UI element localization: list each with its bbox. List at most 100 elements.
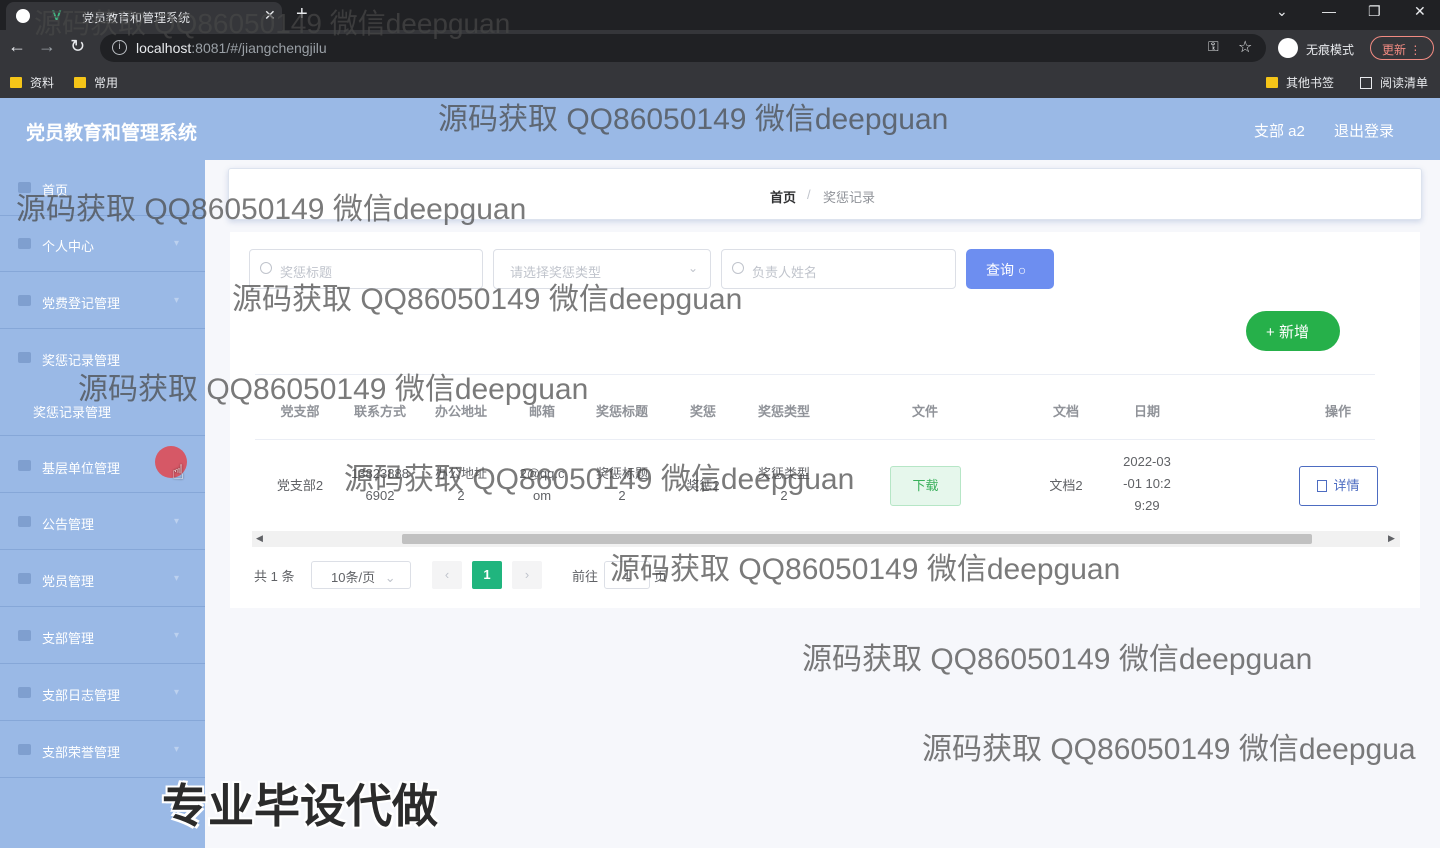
sidebar-item-branches[interactable]: 支部管理 ▾ xyxy=(0,608,205,664)
next-page-button[interactable]: › xyxy=(512,561,542,589)
chevron-down-icon: ▾ xyxy=(174,744,180,755)
url-text: localhost:8081/#/jiangchengjilu xyxy=(136,40,327,56)
back-icon[interactable]: ← xyxy=(8,36,26,57)
folder-icon xyxy=(1266,77,1278,88)
reading-list-icon xyxy=(1360,77,1372,89)
pagination-total: 共 1 条 xyxy=(254,569,295,584)
browser-tabbar: V 党员教育和管理系统 ✕ + ⌄ — ❐ ✕ xyxy=(0,0,1440,30)
sidebar-item-profile[interactable]: 个人中心 ▾ xyxy=(0,216,205,272)
scroll-left-icon[interactable]: ◀ xyxy=(256,533,263,544)
reading-list[interactable]: 阅读清单 xyxy=(1360,74,1428,91)
tab-title: 党员教育和管理系统 xyxy=(82,11,191,25)
sidebar-item-label: 党员管理 xyxy=(42,574,95,589)
bookmarks-bar: 资料 常用 其他书签 阅读清单 xyxy=(0,66,1440,98)
site-info-icon[interactable]: i xyxy=(112,40,127,55)
browser-tab[interactable]: V 党员教育和管理系统 ✕ xyxy=(6,2,282,30)
cell-contact: 13823888 6902 xyxy=(351,466,409,503)
cell-date: 2022-03 -01 10:2 9:29 xyxy=(1123,454,1171,513)
column-header: 文件 xyxy=(911,404,939,419)
sidebar-item-label: 支部管理 xyxy=(42,631,95,646)
new-tab-icon[interactable]: + xyxy=(296,3,308,26)
type-select[interactable]: 请选择奖惩类型 ⌄ xyxy=(493,249,711,289)
user-icon xyxy=(18,238,31,249)
app-title: 党员教育和管理系统 xyxy=(26,123,198,144)
incognito-icon xyxy=(1278,38,1298,58)
bookmark-folder-ziliao[interactable]: 资料 xyxy=(10,74,54,91)
folder-icon xyxy=(10,77,22,88)
sidebar-item-label: 党费登记管理 xyxy=(42,296,121,311)
minimize-icon[interactable]: — xyxy=(1322,3,1336,19)
watermark-text: 源码获取 QQ86050149 微信deepgua xyxy=(922,733,1416,766)
cell-award: 奖惩2 xyxy=(686,478,720,493)
title-search-input[interactable]: 奖惩标题 xyxy=(249,249,483,289)
column-header: 奖惩 xyxy=(689,404,717,419)
reload-icon[interactable]: ↻ xyxy=(70,36,85,57)
sidebar-item-dues[interactable]: 党费登记管理 ▾ xyxy=(0,273,205,329)
circle-icon xyxy=(18,630,31,641)
list-icon xyxy=(18,573,31,584)
update-button[interactable]: 更新 ⋮ xyxy=(1370,36,1434,60)
page-suffix: 页 xyxy=(654,569,668,584)
chevron-down-icon: ▾ xyxy=(174,573,180,584)
close-tab-icon[interactable]: ✕ xyxy=(264,7,276,24)
browser-toolbar: ← → ↻ i localhost:8081/#/jiangchengjilu … xyxy=(0,30,1440,66)
table-horizontal-scrollbar[interactable]: ◀ ▶ xyxy=(252,531,1400,547)
flag-icon xyxy=(18,295,31,306)
sidebar-item-home[interactable]: 首页 xyxy=(0,160,205,216)
chevron-down-icon: ▾ xyxy=(174,630,180,641)
bell-icon xyxy=(18,516,31,527)
folder-icon xyxy=(74,77,86,88)
cell-title: 奖惩标题 2 xyxy=(595,466,649,503)
sidebar-item-label: 公告管理 xyxy=(42,517,95,532)
sidebar-item-logs[interactable]: 支部日志管理 ▾ xyxy=(0,665,205,721)
page-number-current[interactable]: 1 xyxy=(472,561,502,589)
app-header: 党员教育和管理系统 支部 a2 退出登录 xyxy=(0,98,1440,160)
column-header: 文档 xyxy=(1052,404,1080,419)
logout-link[interactable]: 退出登录 xyxy=(1334,120,1394,141)
building-icon xyxy=(18,460,31,471)
page-size-select[interactable]: 10条/页 ⌄ xyxy=(311,561,411,589)
search-icon xyxy=(260,262,272,274)
column-header: 奖惩标题 xyxy=(595,404,649,419)
person-placeholder: 负责人姓名 xyxy=(752,265,818,280)
goto-label: 前往 xyxy=(572,569,599,584)
search-icon xyxy=(732,262,744,274)
bookmark-star-icon[interactable]: ☆ xyxy=(1238,37,1252,57)
detail-button[interactable]: 详情 xyxy=(1299,466,1378,506)
tab-search-icon[interactable]: ⌄ xyxy=(1276,3,1288,20)
query-button[interactable]: 查询 ○ xyxy=(966,249,1054,289)
prev-page-button[interactable]: ‹ xyxy=(432,561,462,589)
forward-icon[interactable]: → xyxy=(38,36,56,57)
chevron-down-icon: ▾ xyxy=(174,238,180,249)
address-bar[interactable]: i localhost:8081/#/jiangchengjilu ⚿ ☆ xyxy=(100,34,1266,62)
promo-banner-text: 专业毕设代做 xyxy=(162,780,438,832)
restore-icon[interactable]: ❐ xyxy=(1368,3,1381,20)
scroll-right-icon[interactable]: ▶ xyxy=(1388,533,1395,544)
column-header: 奖惩类型 xyxy=(757,404,811,419)
scrollbar-thumb[interactable] xyxy=(402,534,1312,544)
chevron-down-icon: ⌄ xyxy=(384,570,396,585)
cell-address: 办公地址 2 xyxy=(434,466,488,503)
download-button[interactable]: 下载 xyxy=(890,466,961,506)
sidebar-item-label: 支部日志管理 xyxy=(42,688,121,703)
person-search-input[interactable]: 负责人姓名 xyxy=(721,249,956,289)
cell-email: 2@qq.c om xyxy=(519,466,565,503)
goto-page-input[interactable]: 1 xyxy=(604,561,650,589)
hand-cursor-icon: ☝ xyxy=(172,462,185,484)
add-button[interactable]: + 新增 xyxy=(1246,311,1340,351)
password-key-icon[interactable]: ⚿ xyxy=(1208,38,1219,55)
other-bookmarks[interactable]: 其他书签 xyxy=(1266,74,1334,91)
window-close-icon[interactable]: ✕ xyxy=(1414,3,1426,20)
type-placeholder: 请选择奖惩类型 xyxy=(510,265,602,280)
table-row: 党支部2 13823888 6902 办公地址 2 2@qq.c om 奖惩标题… xyxy=(255,440,1395,530)
sidebar-item-notices[interactable]: 公告管理 ▾ xyxy=(0,494,205,550)
sidebar-item-rewards[interactable]: 奖惩记录管理 奖惩记录管理 xyxy=(0,330,205,436)
watermark-text: 源码获取 QQ86050149 微信deepguan xyxy=(802,643,1313,676)
sidebar-subitem-rewards[interactable]: 奖惩记录管理 xyxy=(33,402,111,421)
column-header: 日期 xyxy=(1133,404,1161,419)
incognito-label: 无痕模式 xyxy=(1306,43,1355,57)
breadcrumb-home[interactable]: 首页 xyxy=(770,187,796,206)
bookmark-folder-changyong[interactable]: 常用 xyxy=(74,74,118,91)
breadcrumb: 首页 / 奖惩记录 xyxy=(228,168,1422,220)
sidebar-item-members[interactable]: 党员管理 ▾ xyxy=(0,551,205,607)
